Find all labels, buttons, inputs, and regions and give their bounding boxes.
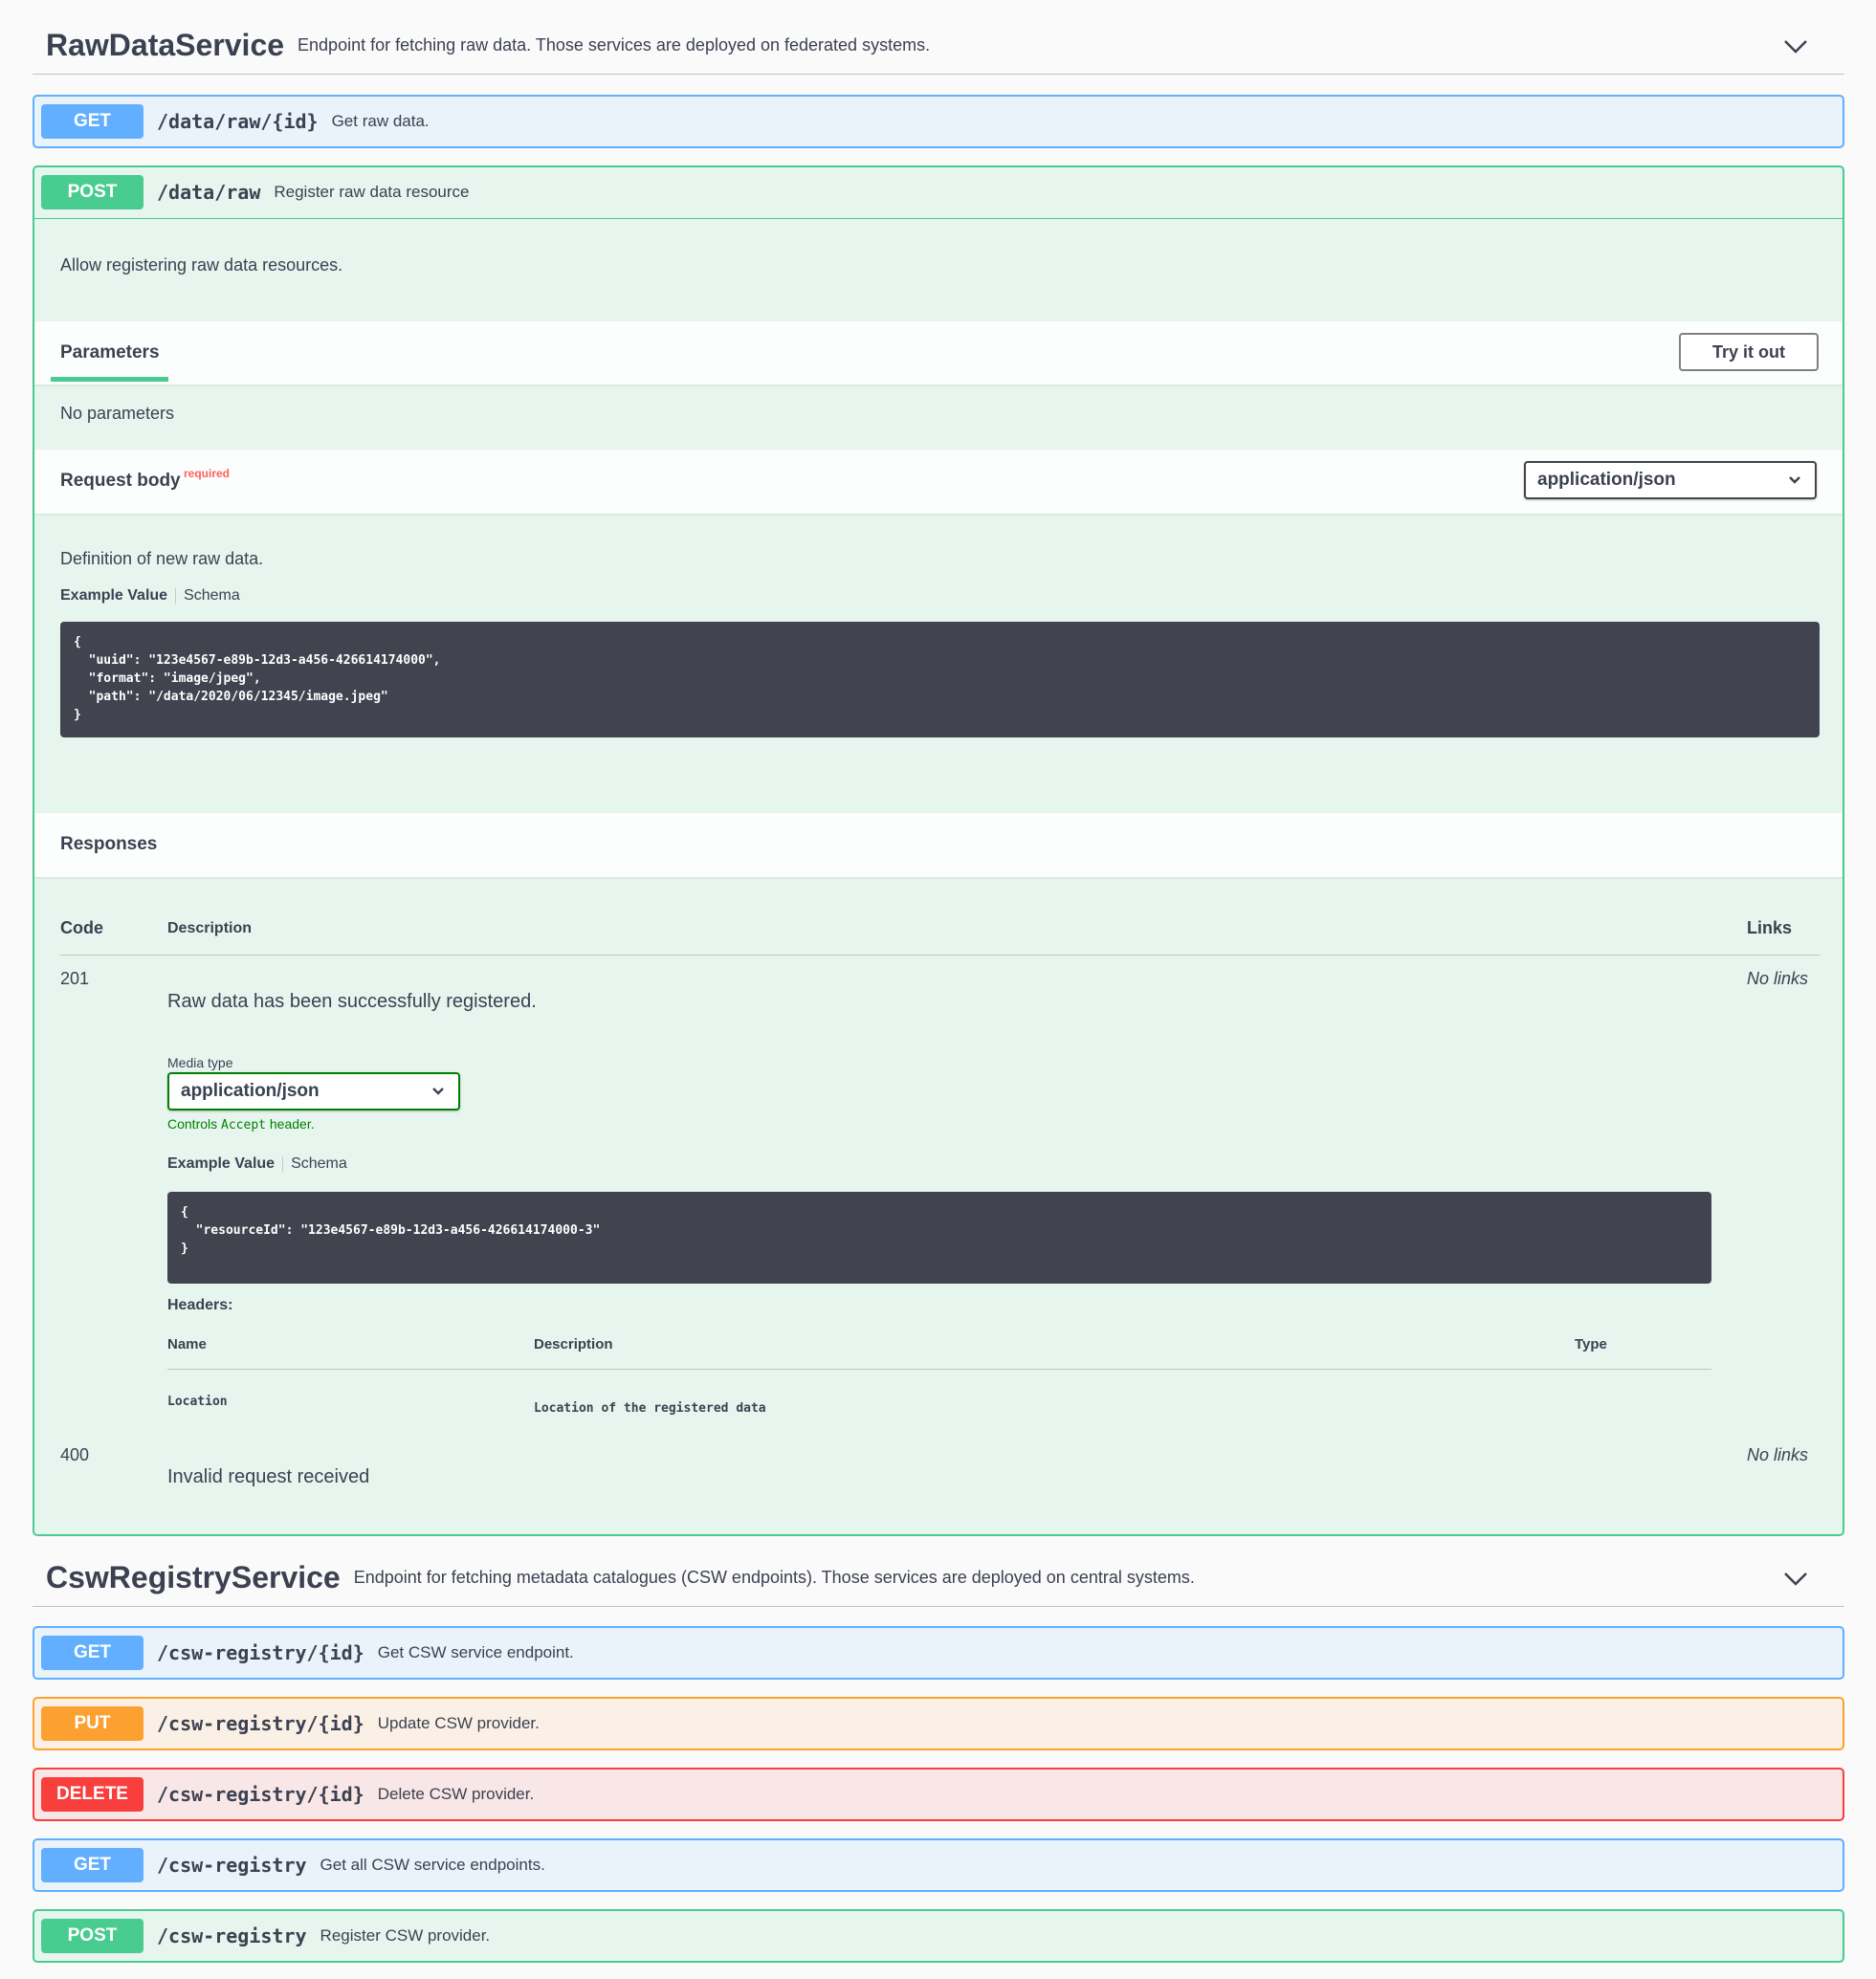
- operation-description: Allow registering raw data resources.: [60, 255, 343, 275]
- tag-header-rawdataservice[interactable]: RawDataService Endpoint for fetching raw…: [33, 17, 1844, 75]
- operation-get-raw-by-id[interactable]: GET /data/raw/{id} Get raw data.: [33, 95, 1844, 148]
- chevron-down-icon: [1789, 476, 1800, 484]
- response-links-400: No links: [1747, 1445, 1809, 1464]
- operation-summary: Register CSW provider.: [320, 1926, 491, 1945]
- chevron-down-icon[interactable]: [1783, 34, 1808, 57]
- col-links: Links: [1747, 918, 1793, 937]
- method-badge: GET: [41, 104, 143, 139]
- headers-label: Headers:: [167, 1297, 233, 1313]
- method-badge: DELETE: [41, 1777, 143, 1812]
- request-body-description: Definition of new raw data.: [60, 549, 264, 568]
- tag-title: CswRegistryService: [46, 1560, 341, 1594]
- operation-path: /csw-registry/{id}: [157, 1641, 364, 1664]
- operation-summary-bar[interactable]: POST /data/raw Register raw data resourc…: [34, 167, 1843, 217]
- tag-title: RawDataService: [46, 28, 285, 62]
- response-example-code: { "resourceId": "123e4567-e89b-12d3-a456…: [167, 1192, 1711, 1284]
- chevron-down-icon[interactable]: [1783, 1567, 1808, 1590]
- response-example-schema-tabs: Example Value Schema: [167, 1155, 347, 1173]
- header-col-type: Type: [1575, 1336, 1607, 1352]
- chevron-down-icon: [432, 1088, 444, 1095]
- responses-header: Responses: [34, 813, 1843, 877]
- method-badge: POST: [41, 175, 143, 209]
- select-value: application/json: [1537, 470, 1676, 490]
- response-links-201: No links: [1747, 969, 1809, 988]
- tag-header-cswregistryservice[interactable]: CswRegistryService Endpoint for fetching…: [33, 1550, 1844, 1607]
- response-description-400: Invalid request received: [167, 1466, 370, 1487]
- response-media-type-select[interactable]: application/json: [167, 1072, 460, 1110]
- operation-post-raw: POST /data/raw Register raw data resourc…: [33, 165, 1844, 1536]
- col-description: Description: [167, 920, 253, 936]
- response-code-400: 400: [60, 1445, 90, 1464]
- method-badge: GET: [41, 1636, 143, 1670]
- operation-path: /csw-registry/{id}: [157, 1712, 364, 1735]
- tab-underline: [51, 377, 168, 382]
- required-marker: required: [184, 467, 231, 480]
- header-col-description: Description: [534, 1336, 613, 1352]
- request-body-label: Request body: [60, 471, 181, 491]
- operation-summary: Register raw data resource: [274, 183, 470, 201]
- request-body-header: Request body required application/json: [34, 450, 1843, 514]
- method-badge: POST: [41, 1919, 143, 1953]
- no-parameters-text: No parameters: [60, 404, 175, 423]
- tab-schema[interactable]: Schema: [291, 1155, 347, 1172]
- operation-path: /data/raw: [157, 181, 261, 204]
- operation-path: /csw-registry: [157, 1854, 307, 1877]
- operation-summary: Delete CSW provider.: [377, 1785, 535, 1803]
- operation-path: /csw-registry/{id}: [157, 1783, 364, 1806]
- operation-path: /data/raw/{id}: [157, 110, 319, 133]
- operation-post-csw[interactable]: POST /csw-registry Register CSW provider…: [33, 1909, 1844, 1963]
- method-badge: PUT: [41, 1706, 143, 1741]
- header-name-location: Location: [167, 1395, 228, 1409]
- tab-parameters[interactable]: Parameters: [60, 342, 160, 363]
- operation-put-csw-by-id[interactable]: PUT /csw-registry/{id} Update CSW provid…: [33, 1697, 1844, 1750]
- select-value: application/json: [181, 1081, 320, 1101]
- method-badge: GET: [41, 1848, 143, 1882]
- controls-accept-note: Controls Accept header.: [167, 1116, 315, 1132]
- tag-description: Endpoint for fetching raw data. Those se…: [298, 35, 931, 55]
- responses-title: Responses: [60, 834, 158, 854]
- operation-summary: Get all CSW service endpoints.: [320, 1856, 545, 1874]
- response-code-201: 201: [60, 969, 90, 988]
- request-content-type-select[interactable]: application/json: [1524, 461, 1817, 499]
- operation-summary: Update CSW provider.: [377, 1714, 540, 1732]
- request-example-code: { "uuid": "123e4567-e89b-12d3-a456-42661…: [60, 622, 1820, 737]
- operation-delete-csw-by-id[interactable]: DELETE /csw-registry/{id} Delete CSW pro…: [33, 1768, 1844, 1821]
- operation-get-all-csw[interactable]: GET /csw-registry Get all CSW service en…: [33, 1838, 1844, 1892]
- tab-example-value[interactable]: Example Value: [167, 1155, 275, 1172]
- response-description-201: Raw data has been successfully registere…: [167, 991, 537, 1012]
- header-description-location: Location of the registered data: [534, 1401, 766, 1416]
- operation-get-csw-by-id[interactable]: GET /csw-registry/{id} Get CSW service e…: [33, 1626, 1844, 1680]
- media-type-label: Media type: [167, 1055, 233, 1070]
- col-code: Code: [60, 918, 103, 937]
- parameters-header: Parameters Try it out: [34, 321, 1843, 385]
- operation-path: /csw-registry: [157, 1924, 307, 1947]
- example-schema-tabs: Example Value Schema: [60, 587, 240, 605]
- operation-summary: Get raw data.: [331, 112, 430, 130]
- tab-schema[interactable]: Schema: [184, 587, 240, 604]
- operation-summary: Get CSW service endpoint.: [377, 1643, 574, 1661]
- try-it-out-button[interactable]: Try it out: [1679, 333, 1819, 371]
- header-col-name: Name: [167, 1336, 207, 1352]
- tag-description: Endpoint for fetching metadata catalogue…: [353, 1568, 1195, 1587]
- tab-example-value[interactable]: Example Value: [60, 587, 167, 604]
